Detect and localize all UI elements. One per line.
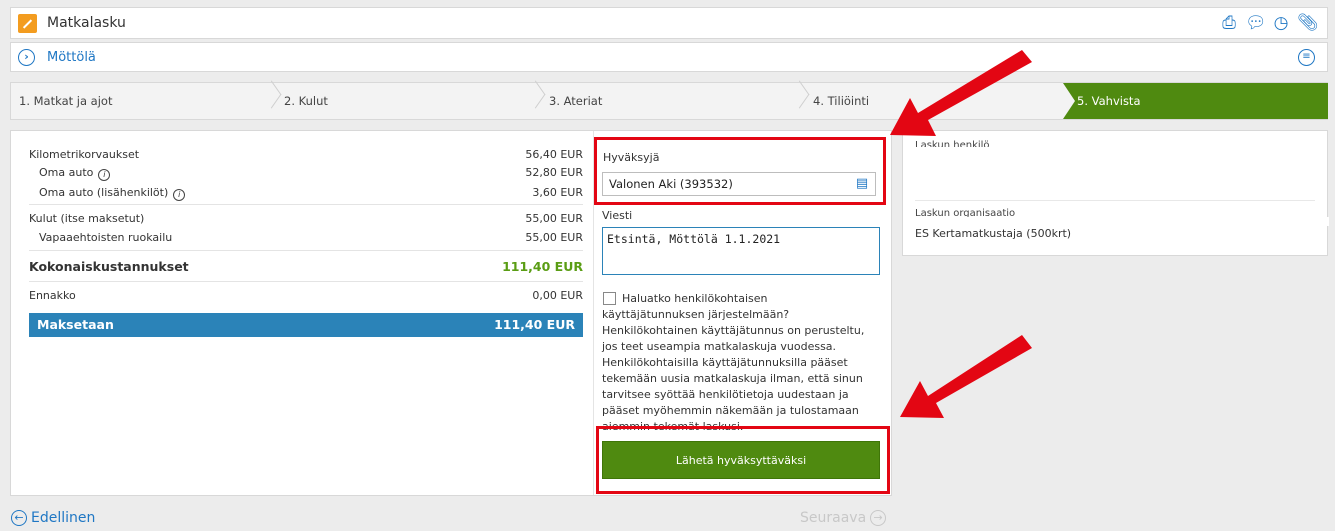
- step-1[interactable]: 1. Matkat ja ajot: [19, 83, 112, 119]
- arrow-to-approver: [890, 50, 1032, 136]
- history-icon[interactable]: ◷: [1271, 13, 1291, 33]
- edit-icon: [18, 14, 37, 33]
- print-icon[interactable]: ⎙: [1219, 13, 1239, 33]
- header-toolbar: ⎙ 💬︎ ◷ 📎︎: [1219, 13, 1319, 33]
- context-bar: › Möttölä ≡: [10, 42, 1328, 72]
- pay-total-bar: Maksetaan 111,40 EUR: [29, 313, 583, 337]
- expand-icon[interactable]: ›: [18, 49, 35, 66]
- highlight-send: [596, 426, 890, 494]
- step-5: 5. Vahvista: [1077, 94, 1141, 108]
- context-name[interactable]: Möttölä: [47, 50, 96, 65]
- previous-button[interactable]: ← Edellinen: [11, 510, 95, 526]
- arrow-left-icon: ←: [11, 510, 27, 526]
- step-2[interactable]: 2. Kulut: [284, 83, 328, 119]
- arrow-to-send: [900, 335, 1032, 418]
- wizard-steps: 1. Matkat ja ajot 2. Kulut 3. Ateriat 4.…: [10, 82, 1328, 120]
- title-bar: Matkalasku ⎙ 💬︎ ◷ 📎︎: [10, 7, 1328, 39]
- menu-icon[interactable]: ≡: [1298, 49, 1315, 66]
- message-textarea[interactable]: Etsintä, Möttölä 1.1.2021: [602, 227, 880, 275]
- page-title: Matkalasku: [47, 15, 126, 31]
- info-icon[interactable]: i: [173, 189, 186, 201]
- comment-icon[interactable]: 💬︎: [1245, 13, 1267, 33]
- attachment-icon[interactable]: 📎︎: [1297, 13, 1319, 33]
- info-icon[interactable]: i: [98, 169, 111, 181]
- next-button: Seuraava →: [800, 510, 887, 526]
- step-4[interactable]: 4. Tiliöinti: [813, 83, 869, 119]
- step-3[interactable]: 3. Ateriat: [549, 83, 602, 119]
- org-value: ES Kertamatkustaja (500krt): [915, 227, 1072, 240]
- personal-account-text: Haluatko henkilökohtaisen käyttäjätunnuk…: [602, 292, 865, 433]
- highlight-approver: [594, 137, 886, 205]
- step-5-active[interactable]: 5. Vahvista: [1063, 83, 1328, 119]
- message-label: Viesti: [602, 209, 633, 222]
- arrow-right-icon: →: [870, 510, 887, 526]
